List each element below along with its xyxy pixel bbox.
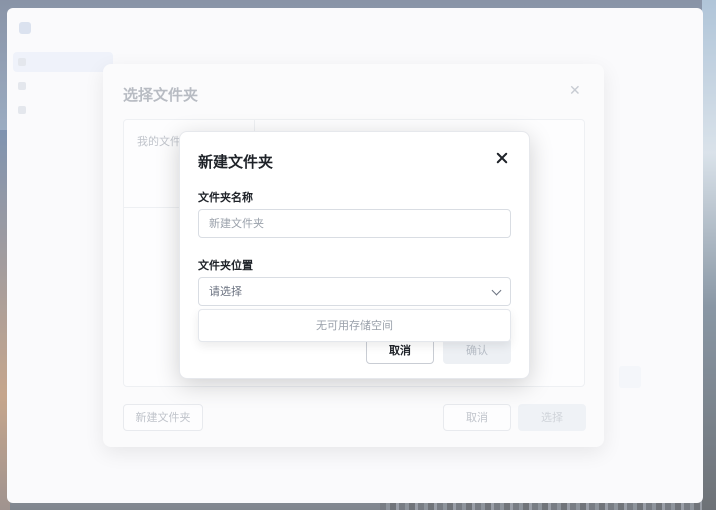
close-icon[interactable]: ✕ <box>569 83 581 99</box>
chevron-down-icon <box>491 285 502 296</box>
folder-location-label: 文件夹位置 <box>198 259 253 272</box>
close-icon[interactable] <box>496 152 508 164</box>
new-folder-button[interactable]: 新建文件夹 <box>123 404 203 431</box>
folder-name-input[interactable] <box>198 209 511 238</box>
dropdown-empty-text: 无可用存储空间 <box>316 319 393 332</box>
chooser-title: 选择文件夹 <box>123 86 199 104</box>
folder-location-select[interactable]: 请选择 <box>198 277 511 306</box>
folder-tree-root[interactable]: 我的文件 <box>137 133 181 149</box>
folder-name-label: 文件夹名称 <box>198 191 253 204</box>
chooser-cancel-button[interactable]: 取消 <box>443 404 511 431</box>
chooser-select-button[interactable]: 选择 <box>518 404 586 431</box>
modal-title: 新建文件夹 <box>198 153 274 171</box>
new-folder-modal: 新建文件夹 文件夹名称 文件夹位置 请选择 取消 确认 无可用存储空间 <box>179 131 530 379</box>
location-dropdown: 无可用存储空间 <box>198 309 511 342</box>
folder-location-placeholder: 请选择 <box>209 285 242 298</box>
